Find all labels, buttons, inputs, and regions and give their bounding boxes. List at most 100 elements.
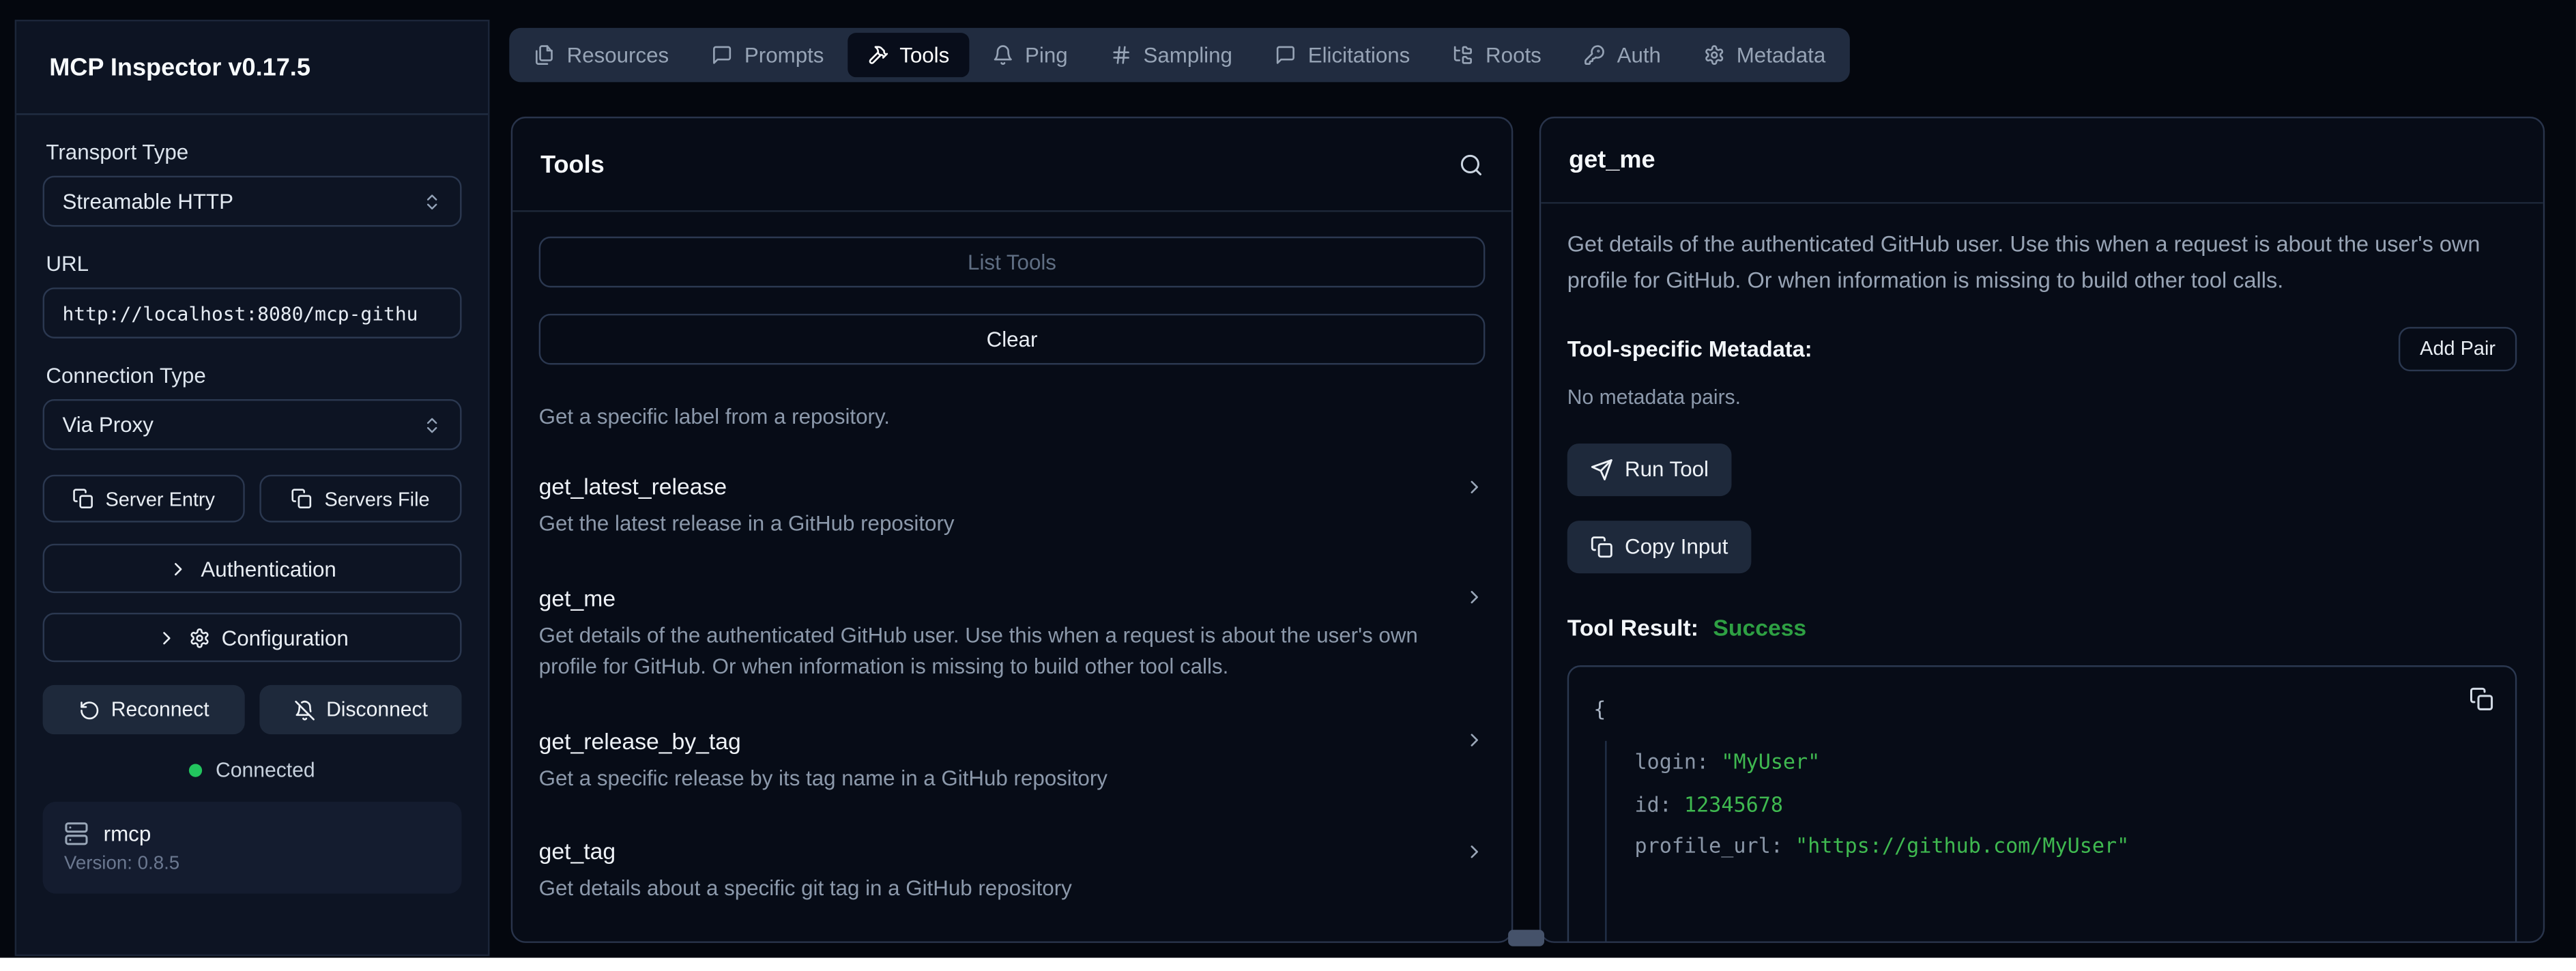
configuration-label: Configuration (222, 625, 349, 650)
copy-input-label: Copy Input (1625, 534, 1728, 559)
server-info-card: rmcp Version: 0.8.5 (43, 802, 462, 894)
tool-description: Get a specific release by its tag name i… (539, 763, 1486, 794)
tab-prompts[interactable]: Prompts (692, 33, 843, 77)
url-field-wrap (43, 287, 462, 338)
tool-detail-panel: get_me Get details of the authenticated … (1539, 117, 2545, 943)
app-title: MCP Inspector v0.17.5 (16, 21, 488, 115)
tab-label: Auth (1617, 43, 1661, 68)
folder-tree-icon (1453, 44, 1474, 66)
chevron-right-icon (1464, 841, 1485, 862)
sidebar: MCP Inspector v0.17.5 Transport Type Str… (15, 20, 490, 956)
chevron-right-icon (1464, 729, 1485, 751)
message-square-icon (712, 44, 733, 66)
tool-name: get_tag (539, 839, 616, 865)
hash-icon (1110, 44, 1131, 66)
key-round-icon (1584, 44, 1605, 66)
chevron-right-icon (168, 557, 189, 579)
rotate-ccw-icon (78, 699, 100, 720)
connected-dot (190, 764, 203, 777)
chevron-right-icon (1464, 587, 1485, 608)
tab-tools[interactable]: Tools (847, 33, 969, 77)
server-entry-button[interactable]: Server Entry (43, 475, 245, 523)
tab-elicitations[interactable]: Elicitations (1256, 33, 1430, 77)
tool-description: Get details about a specific git tag in … (539, 875, 1486, 905)
panel-resize-handle[interactable] (1508, 930, 1544, 946)
transport-type-select[interactable]: Streamable HTTP (43, 176, 462, 227)
connection-type-label: Connection Type (46, 363, 461, 388)
list-tools-button[interactable]: List Tools (539, 237, 1486, 288)
servers-file-label: Servers File (324, 487, 429, 510)
files-icon (534, 44, 555, 66)
add-pair-button[interactable]: Add Pair (2399, 326, 2517, 371)
result-json-block: { login: "MyUser"id: 12345678profile_url… (1567, 665, 2517, 943)
tool-list-item[interactable]: get_release_by_tagGet a specific release… (539, 727, 1486, 794)
tool-list-item[interactable]: get_tag Get details about a specific git … (539, 839, 1486, 905)
chevron-right-icon (1464, 476, 1485, 497)
tool-name: get_latest_release (539, 473, 727, 499)
tab-resources[interactable]: Resources (515, 33, 689, 77)
search-icon[interactable] (1459, 152, 1484, 177)
selected-tool-description: Get details of the authenticated GitHub … (1567, 227, 2517, 298)
server-entry-label: Server Entry (105, 487, 215, 510)
tool-result-status: Success (1713, 614, 1806, 641)
connection-type-value: Via Proxy (62, 412, 153, 437)
server-name: rmcp (104, 822, 151, 846)
settings-icon (1704, 44, 1725, 66)
send-icon (1590, 458, 1613, 481)
result-json-line: id: 12345678 (1634, 783, 2490, 824)
chevron-right-icon (156, 626, 177, 648)
result-blank-space (1634, 867, 2490, 943)
sidebar-body: Transport Type Streamable HTTP URL Conne… (16, 115, 488, 894)
servers-file-button[interactable]: Servers File (259, 475, 461, 523)
clear-button[interactable]: Clear (539, 314, 1486, 365)
tab-metadata[interactable]: Metadata (1684, 33, 1845, 77)
reconnect-button[interactable]: Reconnect (43, 685, 245, 734)
bell-off-icon (293, 699, 315, 720)
tab-label: Sampling (1143, 43, 1232, 68)
tools-panel-title: Tools (540, 150, 605, 178)
tab-ping[interactable]: Ping (972, 33, 1088, 77)
reconnect-label: Reconnect (111, 698, 209, 721)
copy-icon (291, 488, 313, 509)
url-input[interactable] (62, 302, 442, 325)
transport-type-label: Transport Type (46, 140, 461, 164)
no-metadata-text: No metadata pairs. (1567, 386, 2517, 409)
connection-type-select[interactable]: Via Proxy (43, 399, 462, 450)
copy-input-button[interactable]: Copy Input (1567, 521, 1751, 573)
bell-icon (992, 44, 1013, 66)
copy-icon (1590, 535, 1613, 558)
disconnect-button[interactable]: Disconnect (259, 685, 461, 734)
tool-list-item[interactable]: get_latest_release Get the latest release… (539, 473, 1486, 540)
tab-sampling[interactable]: Sampling (1090, 33, 1251, 77)
result-json-lines: login: "MyUser"id: 12345678profile_url: … (1605, 741, 2491, 943)
tool-description: Get details of the authenticated GitHub … (539, 621, 1486, 683)
url-label: URL (46, 251, 461, 276)
tab-label: Resources (567, 43, 669, 68)
tab-label: Prompts (744, 43, 824, 68)
tab-label: Roots (1486, 43, 1542, 68)
mcp-inspector-app: MCP Inspector v0.17.5 Transport Type Str… (0, 0, 2576, 958)
connection-status: Connected (43, 759, 462, 782)
page-scaler: MCP Inspector v0.17.5 Transport Type Str… (0, 0, 2576, 971)
run-tool-button[interactable]: Run Tool (1567, 443, 1732, 495)
selected-tool-title: get_me (1569, 146, 1655, 174)
copy-result-icon[interactable] (2469, 686, 2493, 711)
tools-list-panel: Tools List Tools Clear Get a specific la… (511, 117, 1514, 943)
tool-list-item[interactable]: get_me Get details of the authenticated G… (539, 585, 1486, 683)
disconnect-label: Disconnect (326, 698, 428, 721)
tab-label: Ping (1025, 43, 1068, 68)
result-json-line: login: "MyUser" (1634, 741, 2490, 783)
tab-auth[interactable]: Auth (1565, 33, 1681, 77)
connection-status-label: Connected (216, 759, 315, 782)
tool-result-label: Tool Result: (1567, 614, 1698, 641)
tool-metadata-label: Tool-specific Metadata: (1567, 336, 1812, 361)
authentication-toggle[interactable]: Authentication (43, 544, 462, 593)
tool-name: get_me (539, 585, 616, 611)
chevrons-up-down-icon (422, 191, 442, 211)
copy-icon (72, 488, 93, 509)
tab-roots[interactable]: Roots (1433, 33, 1561, 77)
configuration-toggle[interactable]: Configuration (43, 613, 462, 662)
server-version: Version: 0.8.5 (64, 854, 440, 874)
server-icon (64, 822, 89, 846)
tool-description: Get the latest release in a GitHub repos… (539, 509, 1486, 540)
